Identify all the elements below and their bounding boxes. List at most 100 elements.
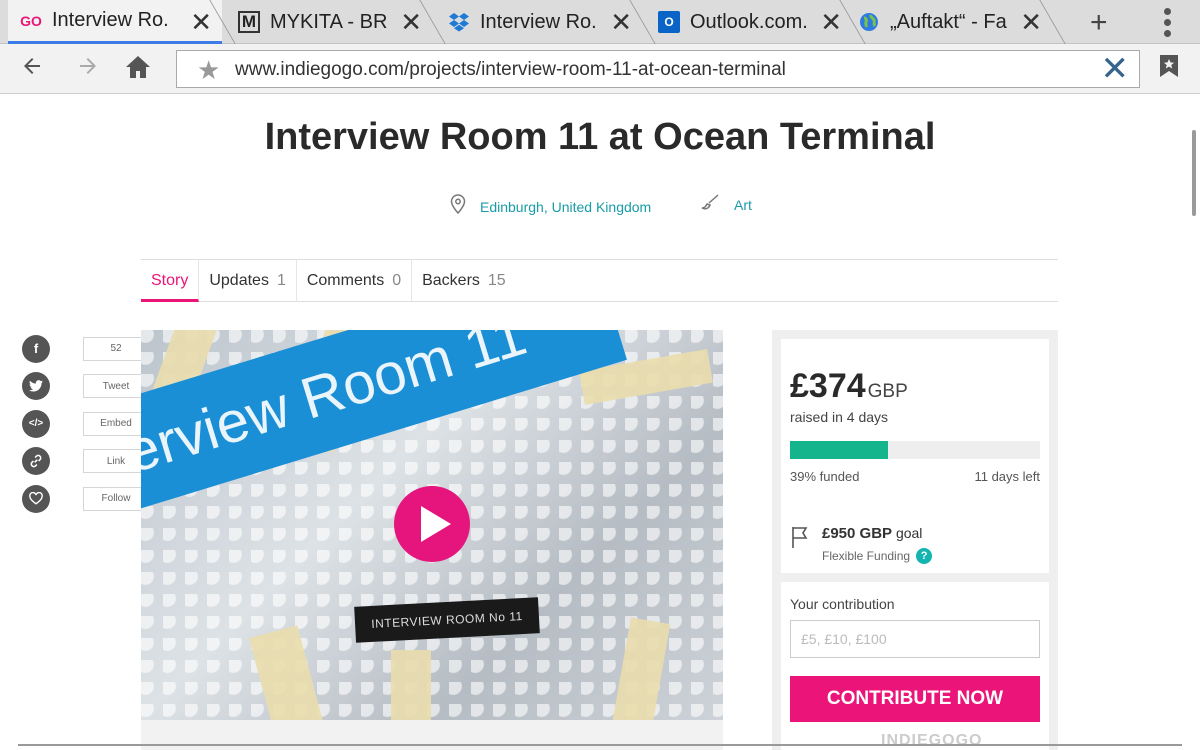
funding-type: Flexible Funding ?: [822, 548, 933, 564]
category-link[interactable]: Art: [734, 197, 752, 213]
indiegogo-icon: GO: [20, 12, 42, 29]
tweet-label: Tweet: [83, 374, 149, 399]
dropbox-icon: [448, 11, 470, 33]
tab-title: Interview Ro...: [52, 9, 170, 31]
facebook-count: 52: [83, 336, 149, 361]
tab-story[interactable]: Story: [141, 259, 200, 302]
link-icon[interactable]: [22, 447, 50, 476]
campaign-sidebar: £374 GBP raised in 4 days 39% funded 11 d…: [772, 330, 1058, 750]
embed-label: Embed: [83, 411, 149, 436]
close-icon[interactable]: ✕: [820, 9, 842, 35]
contribution-label: Your contribution: [790, 596, 895, 612]
funding-type-label: Flexible Funding: [822, 549, 911, 563]
bookmark-icon[interactable]: [1158, 54, 1180, 85]
funded-value: 39%: [790, 469, 817, 484]
amount-currency: GBP: [867, 381, 908, 402]
tab-title: „Auftakt“ - Fa...: [890, 10, 1008, 33]
browser-tab-2[interactable]: M MYKITA - BR... ✕: [226, 0, 432, 44]
days-left: 11 days left: [974, 469, 1040, 484]
raised-text: raised in 4 days: [790, 409, 889, 425]
share-facebook[interactable]: f 52: [22, 330, 149, 368]
flag-icon: [790, 525, 812, 564]
tab-count: 15: [487, 271, 506, 289]
tab-comments[interactable]: Comments 0: [297, 259, 413, 302]
embed-icon[interactable]: </>: [22, 409, 50, 438]
days-left-value: 11: [974, 469, 988, 484]
twitter-icon[interactable]: [22, 372, 50, 401]
tab-label: Updates: [209, 271, 269, 289]
address-toolbar: ★ www.indiegogo.com/projects/interview-r…: [0, 44, 1200, 94]
url-bar[interactable]: ★ www.indiegogo.com/projects/interview-r…: [176, 50, 1140, 88]
link-label: Link: [83, 449, 149, 474]
browser-tab-4[interactable]: O Outlook.com... ✕: [646, 0, 852, 44]
browser-tab-3[interactable]: Interview Ro... ✕: [436, 0, 642, 44]
pitch-video[interactable]: Interview Room 11 INTERVIEW ROOM No 11: [141, 330, 723, 720]
contribute-card: Your contribution CONTRIBUTE NOW INDIEGO…: [781, 582, 1049, 750]
back-icon[interactable]: [20, 54, 44, 85]
new-tab-button[interactable]: +: [1090, 6, 1108, 40]
clear-icon[interactable]: ✕: [1101, 51, 1130, 87]
goal-value: £950 GBP: [822, 525, 893, 542]
tab-label: Comments: [306, 271, 385, 289]
heart-icon[interactable]: [22, 484, 50, 513]
goal-row: £950 GBP goal Flexible Funding ?: [790, 525, 933, 564]
tab-count: 1: [276, 271, 286, 289]
tab-updates[interactable]: Updates 1: [199, 259, 297, 302]
indiegogo-watermark: INDIEGOGO: [881, 732, 983, 749]
contribution-input[interactable]: [790, 620, 1040, 658]
tab-title: Interview Ro...: [480, 10, 598, 33]
tab-strip: GO Interview Ro... ✕ M MYKITA - BR... ✕ …: [0, 0, 1200, 44]
amount-value: £374: [790, 367, 866, 405]
progress-bar: [790, 441, 1040, 459]
facebook-icon[interactable]: f: [22, 334, 50, 363]
forward-icon[interactable]: [76, 54, 100, 85]
share-link[interactable]: Link: [22, 443, 149, 481]
share-twitter[interactable]: Tweet: [22, 368, 149, 406]
funding-card: £374 GBP raised in 4 days 39% funded 11 d…: [781, 339, 1049, 573]
tab-title: Outlook.com...: [690, 10, 808, 33]
follow-label: Follow: [83, 486, 149, 511]
amount-raised: £374 GBP: [790, 367, 908, 406]
mykita-icon: M: [238, 11, 260, 33]
home-icon[interactable]: [124, 54, 152, 87]
close-icon[interactable]: ✕: [400, 9, 422, 35]
close-icon[interactable]: ✕: [190, 9, 212, 35]
outlook-icon: O: [658, 11, 680, 33]
location-pin-icon: [450, 194, 466, 219]
tab-title: MYKITA - BR...: [270, 10, 388, 33]
tab-count: 0: [392, 271, 402, 289]
scrollbar[interactable]: [1192, 130, 1196, 216]
brush-icon: [700, 194, 720, 215]
project-location[interactable]: Edinburgh, United Kingdom: [450, 194, 651, 219]
help-icon[interactable]: ?: [916, 548, 933, 564]
goal-amount: £950 GBP goal: [822, 525, 932, 542]
close-icon[interactable]: ✕: [610, 9, 632, 35]
tab-backers[interactable]: Backers 15: [412, 259, 516, 302]
url-text[interactable]: www.indiegogo.com/projects/interview-roo…: [235, 59, 786, 81]
share-column: f 52 Tweet </> Embed Link Follow: [22, 330, 149, 518]
video-plate-text: INTERVIEW ROOM No 11: [370, 609, 524, 631]
browser-tab-5[interactable]: „Auftakt“ - Fa... ✕: [846, 0, 1052, 44]
days-left-label: days left: [991, 469, 1040, 484]
contribute-now-button[interactable]: CONTRIBUTE NOW: [790, 676, 1040, 722]
progress-fill: [790, 441, 888, 459]
location-link[interactable]: Edinburgh, United Kingdom: [480, 199, 651, 215]
bottom-divider: [18, 744, 1182, 746]
funded-percent: 39% funded: [790, 469, 859, 484]
tape-strip: [391, 650, 431, 720]
play-button[interactable]: [394, 486, 470, 562]
close-icon[interactable]: ✕: [1020, 9, 1042, 35]
project-tabs: Story Updates 1 Comments 0 Backers 15: [141, 259, 1058, 302]
project-category[interactable]: Art: [700, 194, 752, 215]
browser-tab-1[interactable]: GO Interview Ro... ✕: [8, 0, 222, 44]
tab-label: Story: [151, 271, 189, 289]
share-follow[interactable]: Follow: [22, 480, 149, 518]
star-icon[interactable]: ★: [197, 55, 220, 86]
menu-icon[interactable]: [1164, 8, 1174, 41]
play-icon: [421, 506, 451, 542]
goal-label: goal: [895, 525, 923, 541]
page-title: Interview Room 11 at Ocean Terminal: [264, 116, 936, 158]
share-embed[interactable]: </> Embed: [22, 405, 149, 443]
globe-icon: [858, 11, 880, 33]
tab-label: Backers: [422, 271, 480, 289]
